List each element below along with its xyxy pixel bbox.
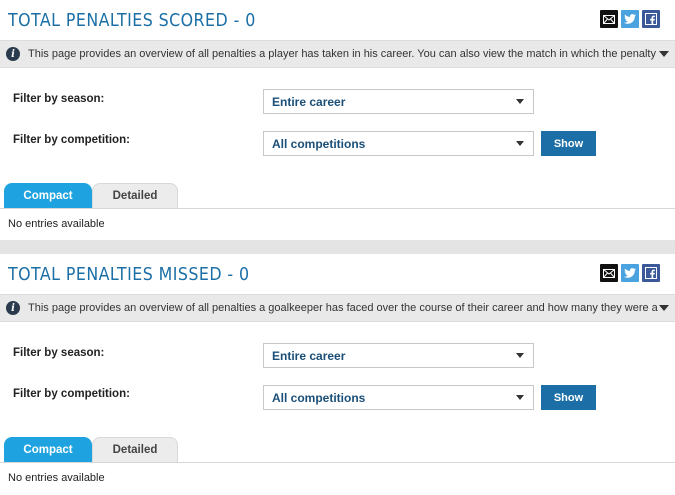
tab-detailed[interactable]: Detailed	[92, 437, 178, 462]
season-filter-label: Filter by season:	[13, 93, 105, 105]
season-select-value: Entire career	[272, 94, 346, 109]
share-icons	[600, 264, 660, 282]
season-select-value: Entire career	[272, 348, 346, 363]
section-title: TOTAL PENALTIES MISSED - 0	[8, 264, 250, 285]
penalties-scored-section: TOTAL PENALTIES SCORED - 0 i This page p…	[0, 0, 675, 240]
info-bar[interactable]: i This page provides an overview of all …	[0, 294, 675, 322]
facebook-icon[interactable]	[642, 264, 660, 282]
empty-message: No entries available	[8, 472, 105, 484]
season-select[interactable]: Entire career	[263, 343, 534, 368]
chevron-down-icon	[516, 141, 524, 146]
mail-icon[interactable]	[600, 10, 618, 28]
penalties-missed-section: TOTAL PENALTIES MISSED - 0 i This page p…	[0, 254, 675, 495]
chevron-down-icon[interactable]	[659, 51, 669, 57]
section-header: TOTAL PENALTIES MISSED - 0	[0, 254, 675, 294]
info-icon: i	[6, 47, 20, 61]
competition-select-value: All competitions	[272, 136, 366, 151]
view-tabs: Compact Detailed	[0, 183, 675, 209]
mail-icon[interactable]	[600, 264, 618, 282]
info-text: This page provides an overview of all pe…	[28, 48, 658, 60]
chevron-down-icon[interactable]	[659, 305, 669, 311]
competition-filter-label: Filter by competition:	[13, 134, 130, 146]
section-header: TOTAL PENALTIES SCORED - 0	[0, 0, 675, 40]
twitter-icon[interactable]	[621, 10, 639, 28]
chevron-down-icon	[516, 353, 524, 358]
competition-filter-label: Filter by competition:	[13, 388, 130, 400]
view-tabs: Compact Detailed	[0, 437, 675, 463]
info-bar[interactable]: i This page provides an overview of all …	[0, 40, 675, 68]
season-filter-label: Filter by season:	[13, 347, 105, 359]
empty-message: No entries available	[8, 218, 105, 230]
show-button[interactable]: Show	[541, 131, 596, 156]
info-icon: i	[6, 301, 20, 315]
section-divider	[0, 240, 675, 254]
show-button[interactable]: Show	[541, 385, 596, 410]
section-title: TOTAL PENALTIES SCORED - 0	[8, 10, 256, 31]
info-text: This page provides an overview of all pe…	[28, 302, 658, 314]
season-select[interactable]: Entire career	[263, 89, 534, 114]
chevron-down-icon	[516, 395, 524, 400]
share-icons	[600, 10, 660, 28]
competition-select-value: All competitions	[272, 390, 366, 405]
facebook-icon[interactable]	[642, 10, 660, 28]
chevron-down-icon	[516, 99, 524, 104]
tab-compact[interactable]: Compact	[4, 437, 92, 462]
competition-select[interactable]: All competitions	[263, 131, 534, 156]
competition-select[interactable]: All competitions	[263, 385, 534, 410]
tab-detailed[interactable]: Detailed	[92, 183, 178, 208]
tab-compact[interactable]: Compact	[4, 183, 92, 208]
twitter-icon[interactable]	[621, 264, 639, 282]
